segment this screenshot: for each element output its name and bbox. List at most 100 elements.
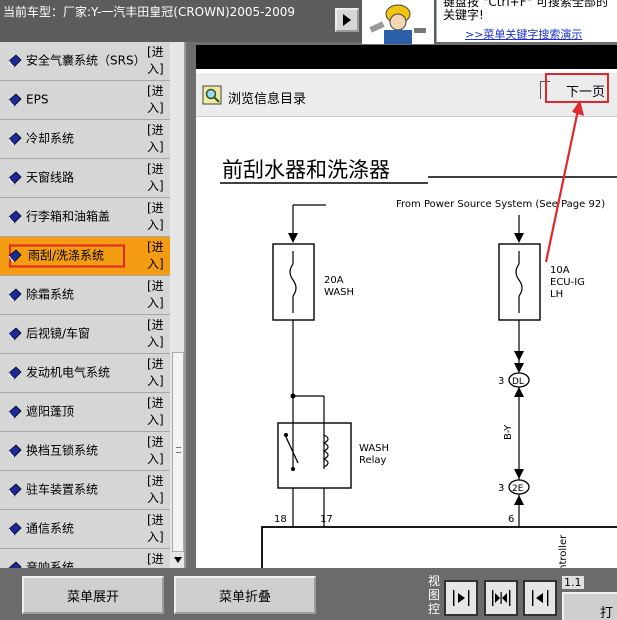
wire-color: B-Y [503, 424, 514, 440]
search-demo-link[interactable]: >>菜单关键字搜索演示 [465, 26, 582, 42]
menu-enter-link[interactable]: [进入] [147, 434, 167, 468]
book-icon [8, 210, 22, 224]
menu-item-label: 行李箱和油箱盖 [26, 209, 111, 224]
search-tip-panel: 键盘按 "Ctrl+F" 可搜索全部的关键字! >>菜单关键字搜索演示 [436, 0, 617, 42]
menu-item[interactable]: 行李箱和油箱盖 [进入] [0, 198, 170, 237]
menu-item[interactable]: 发动机电气系统 [进入] [0, 354, 170, 393]
menu-item[interactable]: 安全气囊系统（SRS） [进入] [0, 42, 170, 81]
fuse2-side: LH [550, 289, 563, 300]
menu-item-label: 除霜系统 [26, 287, 75, 302]
scroll-down-button[interactable] [172, 554, 184, 566]
triangle-right-icon [343, 14, 351, 26]
menu-item-label: 换档互锁系统 [26, 443, 99, 458]
mascot-image [362, 0, 434, 44]
menu-item-label: EPS [26, 92, 49, 107]
menu-item-label: 遮阳蓬顶 [26, 404, 75, 419]
view-fit-page-button[interactable] [484, 580, 518, 616]
menu-list: 安全气囊系统（SRS） [进入] EPS [进入] 冷却系统 [进入] 天窗线路… [0, 42, 170, 568]
menu-enter-link[interactable]: [进入] [147, 83, 167, 117]
relay-label-1: WASH [359, 443, 389, 454]
menu-enter-link[interactable]: [进入] [147, 551, 167, 568]
fuse2-name: ECU-IG [550, 277, 585, 288]
book-icon [8, 249, 22, 263]
menu-item-active[interactable]: 雨刮/洗涤系统 [进入] [0, 237, 170, 276]
menu-item[interactable]: 遮阳蓬顶 [进入] [0, 393, 170, 432]
next-page-button[interactable]: 下一页 [566, 81, 605, 100]
grip-icon [176, 447, 181, 453]
book-icon [8, 288, 22, 302]
menu-enter-link[interactable]: [进入] [147, 395, 167, 429]
menu-item-label: 安全气囊系统（SRS） [26, 53, 146, 68]
menu-enter-link[interactable]: [进入] [147, 356, 167, 390]
menu-enter-link[interactable]: [进入] [147, 122, 167, 156]
menu-item-label: 天窗线路 [26, 170, 75, 185]
menu-item[interactable]: 冷却系统 [进入] [0, 120, 170, 159]
browse-catalog-icon[interactable] [202, 85, 222, 105]
print-button[interactable]: 打印 [562, 592, 617, 620]
menu-item-label: 驻车装置系统 [26, 482, 99, 497]
system-menu: 安全气囊系统（SRS） [进入] EPS [进入] 冷却系统 [进入] 天窗线路… [0, 42, 186, 568]
diagram-title: 前刮水器和洗涤器 [222, 158, 390, 182]
menu-scrollbar[interactable] [170, 42, 184, 568]
menu-enter-link[interactable]: [进入] [147, 239, 167, 273]
menu-item-label: 雨刮/洗涤系统 [9, 244, 125, 268]
menu-enter-link[interactable]: [进入] [147, 317, 167, 351]
nav-next-button[interactable] [335, 8, 359, 32]
menu-item[interactable]: 除霜系统 [进入] [0, 276, 170, 315]
view-left-icon [532, 590, 549, 606]
annotation-arrow [544, 100, 584, 263]
view-right-icon [453, 590, 470, 606]
menu-item-label: 发动机电气系统 [26, 365, 111, 380]
menu-enter-link[interactable]: [进入] [147, 512, 167, 546]
relay-label-2: Relay [359, 455, 387, 466]
book-icon [8, 522, 22, 536]
menu-item[interactable]: 后视镜/车窗 [进入] [0, 315, 170, 354]
fuse1-rating: 20A [324, 275, 344, 286]
pin-6: 6 [508, 514, 514, 525]
view-previous-button[interactable] [523, 580, 557, 616]
menu-enter-link[interactable]: [进入] [147, 473, 167, 507]
header-bar: 当前车型：厂家:Y-一汽丰田皇冠(CROWN)2005-2009 键盘按 "Ct… [0, 0, 617, 44]
menu-enter-link[interactable]: [进入] [147, 44, 167, 78]
menu-item-label: 后视镜/车窗 [26, 326, 91, 341]
menu-enter-link[interactable]: [进入] [147, 200, 167, 234]
search-tip-text: 键盘按 "Ctrl+F" 可搜索全部的关键字! [443, 0, 608, 22]
fuse1-name: WASH [324, 287, 354, 298]
pin-18: 18 [274, 514, 287, 525]
triangle-down-icon [174, 557, 182, 563]
book-icon [8, 171, 22, 185]
book-icon [8, 483, 22, 497]
menu-item[interactable]: 音响系统 [进入] [0, 549, 170, 568]
menu-enter-link[interactable]: [进入] [147, 161, 167, 195]
connector-2e-id: 2E [512, 484, 524, 494]
browse-catalog-label[interactable]: 浏览信息目录 [228, 88, 306, 107]
menu-item[interactable]: 驻车装置系统 [进入] [0, 471, 170, 510]
book-icon [8, 405, 22, 419]
menu-item[interactable]: 天窗线路 [进入] [0, 159, 170, 198]
pin-17: 17 [320, 514, 333, 525]
bottom-toolbar: 菜单展开 菜单折叠 视图控 1.1 打印 [0, 568, 617, 620]
menu-enter-link[interactable]: [进入] [147, 278, 167, 312]
controller-label: ontroller [558, 534, 569, 568]
connector-dl-id: DL [512, 377, 524, 387]
collapse-menu-button[interactable]: 菜单折叠 [174, 576, 316, 614]
view-control-label: 视图控 [428, 574, 441, 616]
expand-menu-button[interactable]: 菜单展开 [22, 576, 164, 614]
menu-item[interactable]: EPS [进入] [0, 81, 170, 120]
connector-dl-pin: 3 [498, 376, 504, 387]
menu-item[interactable]: 换档互锁系统 [进入] [0, 432, 170, 471]
menu-item-label: 音响系统 [26, 560, 75, 569]
scrollbar-thumb[interactable] [172, 352, 184, 552]
connector-2e-pin: 3 [498, 483, 504, 494]
view-fit-width-button[interactable] [444, 580, 478, 616]
current-vehicle-label: 当前车型：厂家:Y-一汽丰田皇冠(CROWN)2005-2009 [3, 5, 296, 19]
book-icon [8, 444, 22, 458]
book-icon [8, 93, 22, 107]
book-icon [8, 132, 22, 146]
book-icon [8, 561, 22, 568]
menu-item-label: 冷却系统 [26, 131, 75, 146]
menu-item[interactable]: 通信系统 [进入] [0, 510, 170, 549]
mascot-icon [362, 0, 434, 44]
view-split-icon [492, 590, 511, 606]
zoom-value: 1.1 [562, 576, 584, 589]
